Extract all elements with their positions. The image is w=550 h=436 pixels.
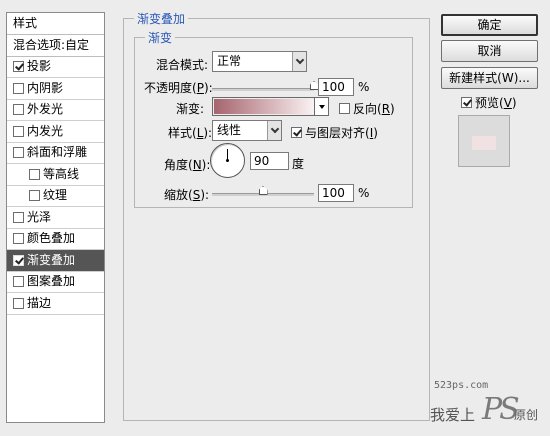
opacity-unit: % (358, 80, 370, 94)
chevron-down-icon (292, 52, 306, 71)
style-item-label: 描边 (27, 295, 52, 310)
style-item-checkbox[interactable] (29, 190, 40, 202)
preview-checkbox-box[interactable] (461, 97, 472, 108)
style-list-item[interactable]: 斜面和浮雕 (7, 143, 104, 164)
style-item-checkbox[interactable] (13, 233, 24, 245)
gradient-label: 渐变: (176, 102, 205, 116)
style-item-label: 等高线 (43, 166, 80, 181)
style-item-label: 内阴影 (27, 80, 64, 95)
style-item-label: 外发光 (27, 102, 64, 117)
gradient-overlay-title: 渐变叠加 (134, 10, 189, 27)
angle-dial[interactable] (210, 143, 245, 178)
watermark-text-right: 原创 (514, 408, 539, 422)
reverse-checkbox[interactable]: 反向(R) (339, 100, 395, 117)
align-with-layer-checkbox[interactable]: 与图层对齐(I) (291, 124, 378, 141)
style-list-item[interactable]: 渐变叠加 (7, 250, 104, 272)
style-list-item[interactable]: 颜色叠加 (7, 229, 104, 250)
scale-unit: % (358, 186, 370, 200)
style-list-item[interactable]: 纹理 (7, 186, 104, 207)
style-item-label: 渐变叠加 (27, 252, 76, 267)
blend-options-item[interactable]: 混合选项:自定 (7, 35, 104, 57)
style-item-checkbox[interactable] (13, 254, 24, 266)
style-item-checkbox[interactable] (13, 82, 24, 94)
style-list-item[interactable]: 外发光 (7, 100, 104, 121)
style-item-checkbox[interactable] (13, 104, 24, 116)
style-label: 样式(L): (168, 126, 213, 140)
style-item-label: 纹理 (43, 188, 68, 203)
align-label: 与图层对齐(I) (305, 126, 378, 140)
gradient-preview (214, 99, 314, 114)
watermark: 523ps.com 我爱上 PS 原创 (430, 368, 548, 428)
style-item-label: 内发光 (27, 123, 64, 138)
opacity-label: 不透明度(P): (144, 81, 213, 95)
style-item-label: 图案叠加 (27, 274, 76, 289)
angle-dial-center (226, 159, 229, 162)
ok-button[interactable]: 确定 (441, 14, 538, 36)
angle-label: 角度(N): (164, 158, 211, 172)
style-list-item[interactable]: 内发光 (7, 121, 104, 143)
style-item-label: 颜色叠加 (27, 231, 76, 246)
watermark-text-left: 我爱上 (430, 406, 476, 424)
gradient-dropdown-icon[interactable] (314, 98, 328, 115)
style-list-item[interactable]: 图案叠加 (7, 272, 104, 293)
style-list-item[interactable]: 内阴影 (7, 78, 104, 100)
style-list-item[interactable]: 等高线 (7, 164, 104, 186)
blend-mode-label: 混合模式: (156, 58, 209, 72)
scale-input[interactable]: 100 (318, 184, 354, 202)
style-item-checkbox[interactable] (13, 61, 24, 73)
style-item-checkbox[interactable] (13, 297, 24, 309)
style-preview-sample (472, 136, 496, 150)
watermark-site: 523ps.com (434, 380, 489, 391)
style-preview-swatch (458, 115, 510, 167)
preview-label: 预览(V) (475, 96, 517, 110)
blend-mode-select[interactable]: 正常 (212, 51, 307, 72)
style-item-checkbox[interactable] (13, 276, 24, 288)
style-item-label: 投影 (27, 59, 52, 74)
style-item-checkbox[interactable] (29, 168, 40, 180)
align-checkbox-box[interactable] (291, 127, 302, 138)
watermark-ps-logo: PS (482, 392, 520, 427)
reverse-checkbox-box[interactable] (339, 103, 350, 114)
scale-label: 缩放(S): (164, 188, 210, 202)
style-list-header[interactable]: 样式 (7, 13, 104, 35)
preview-checkbox[interactable]: 预览(V) (461, 94, 517, 111)
style-item-checkbox[interactable] (13, 211, 24, 223)
gradient-picker[interactable] (212, 97, 329, 116)
style-list-item[interactable]: 光泽 (7, 207, 104, 229)
angle-unit: 度 (292, 157, 305, 171)
opacity-input[interactable]: 100 (318, 78, 354, 96)
style-list-item[interactable]: 描边 (7, 293, 104, 315)
chevron-down-icon (267, 121, 281, 140)
gradient-subgroup-title: 渐变 (145, 29, 176, 46)
opacity-slider-track[interactable] (212, 88, 314, 91)
style-list-item[interactable]: 投影 (7, 57, 104, 78)
style-value: 线性 (217, 123, 242, 137)
style-item-checkbox[interactable] (13, 147, 24, 159)
reverse-label: 反向(R) (353, 102, 395, 116)
new-style-button[interactable]: 新建样式(W)... (441, 67, 538, 89)
angle-input[interactable]: 90 (250, 152, 289, 170)
cancel-button[interactable]: 取消 (441, 40, 538, 62)
style-list: 样式 混合选项:自定 投影内阴影外发光内发光斜面和浮雕等高线纹理光泽颜色叠加渐变… (6, 12, 105, 423)
style-item-label: 光泽 (27, 209, 52, 224)
blend-mode-value: 正常 (217, 54, 242, 68)
style-select[interactable]: 线性 (212, 120, 282, 141)
style-item-checkbox[interactable] (13, 125, 24, 137)
style-item-label: 斜面和浮雕 (27, 145, 88, 160)
